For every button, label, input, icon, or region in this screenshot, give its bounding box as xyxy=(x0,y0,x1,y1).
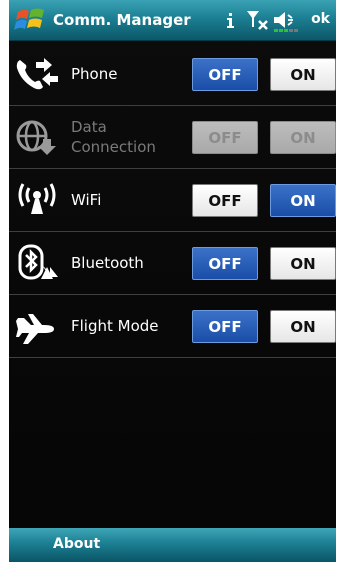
data-connection-icon xyxy=(13,115,61,159)
about-softkey[interactable]: About xyxy=(53,536,100,552)
row-label: WiFi xyxy=(71,191,102,209)
bluetooth-on-button[interactable]: ON xyxy=(270,247,336,280)
flight-off-button[interactable]: OFF xyxy=(192,310,258,343)
row-phone: Phone OFF ON xyxy=(9,43,336,106)
row-label-line1: Data xyxy=(71,118,107,136)
title-bar: Comm. Manager ok xyxy=(9,0,336,41)
row-label: Phone xyxy=(71,65,118,83)
row-label-line2: Connection xyxy=(71,138,156,156)
phone-on-button[interactable]: ON xyxy=(270,58,336,91)
screen: Comm. Manager ok Phone OFF ON Data Conne… xyxy=(9,0,336,562)
wifi-icon xyxy=(13,178,61,222)
wifi-on-button[interactable]: ON xyxy=(270,184,336,217)
data-on-button: ON xyxy=(270,121,336,154)
bluetooth-icon xyxy=(13,241,61,285)
phone-icon xyxy=(13,52,61,96)
row-flight-mode: Flight Mode OFF ON xyxy=(9,295,336,358)
bluetooth-off-button[interactable]: OFF xyxy=(192,247,258,280)
row-label: Flight Mode xyxy=(71,317,159,335)
start-button[interactable] xyxy=(12,4,50,36)
app-title: Comm. Manager xyxy=(53,11,191,29)
ok-button[interactable]: ok xyxy=(311,11,330,27)
windows-start-icon xyxy=(14,8,44,30)
signal-off-icon[interactable] xyxy=(246,9,270,31)
data-off-button: OFF xyxy=(192,121,258,154)
phone-off-button[interactable]: OFF xyxy=(192,58,258,91)
wifi-off-button[interactable]: OFF xyxy=(192,184,258,217)
info-icon[interactable] xyxy=(226,13,234,29)
row-bluetooth: Bluetooth OFF ON xyxy=(9,232,336,295)
flight-on-button[interactable]: ON xyxy=(270,310,336,343)
row-wifi: WiFi OFF ON xyxy=(9,169,336,232)
row-data-connection: Data Connection OFF ON xyxy=(9,106,336,169)
speaker-muted-icon[interactable] xyxy=(272,9,300,33)
menu-bar: About xyxy=(9,528,336,562)
airplane-icon xyxy=(13,304,61,348)
row-label: Bluetooth xyxy=(71,254,144,272)
